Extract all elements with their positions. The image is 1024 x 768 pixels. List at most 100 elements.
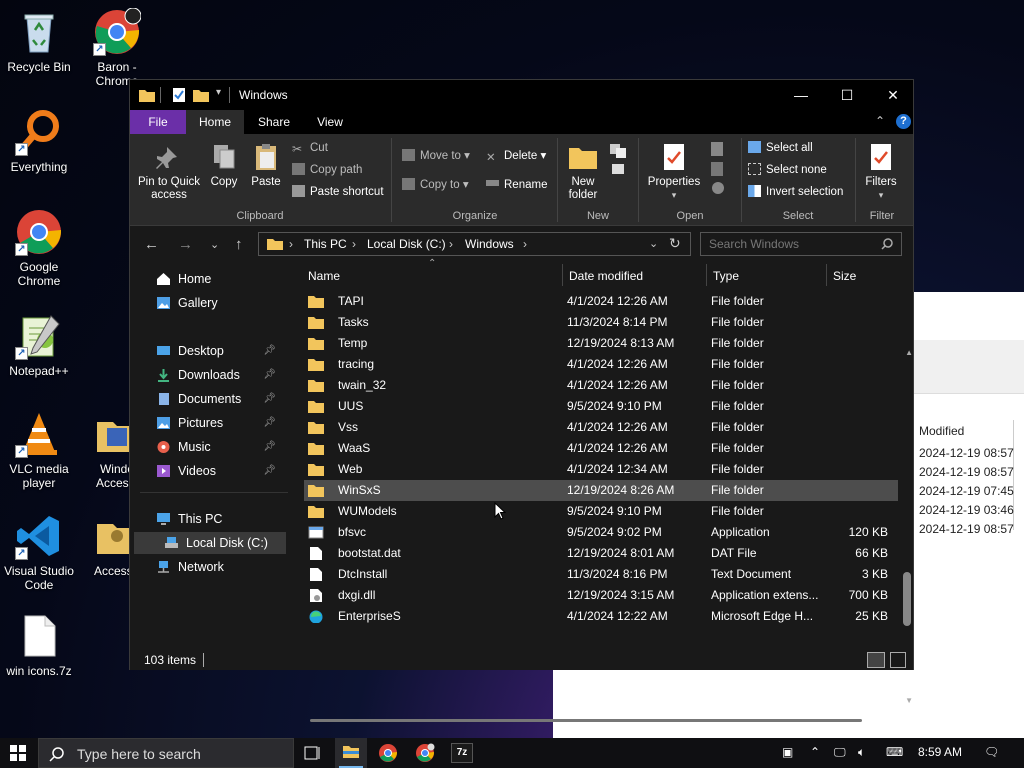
- desktop-icon-win-icons-7z[interactable]: win icons.7z: [0, 612, 78, 678]
- collapse-ribbon-icon[interactable]: ⌃: [875, 114, 885, 128]
- volume-muted-icon[interactable]: 🔈︎: [858, 745, 865, 760]
- large-icons-view-icon[interactable]: [890, 652, 906, 668]
- close-button[interactable]: ✕: [870, 80, 916, 110]
- filters-button[interactable]: Filters ▾: [860, 142, 902, 202]
- breadcrumb-local-disk[interactable]: Local Disk (C:): [367, 237, 446, 251]
- file-explorer-window[interactable]: ▾ Windows — ☐ ✕ File Home Share View ⌃ ?…: [129, 79, 914, 722]
- desktop-icon-notepadpp[interactable]: ↗ Notepad++: [0, 312, 78, 378]
- column-header-size[interactable]: Size: [833, 262, 856, 290]
- windows-start-icon[interactable]: [10, 745, 26, 761]
- select-all-button[interactable]: Select all: [748, 140, 813, 156]
- task-view-icon[interactable]: [302, 743, 322, 763]
- new-folder-button[interactable]: New folder: [562, 142, 604, 202]
- paste-button[interactable]: Paste: [246, 142, 286, 189]
- tab-share[interactable]: Share: [248, 110, 300, 134]
- nav-item-desktop[interactable]: Desktop 📌︎: [130, 340, 290, 362]
- nav-item-music[interactable]: Music 📌︎: [130, 436, 290, 458]
- forward-arrow-icon[interactable]: →: [178, 236, 193, 253]
- file-row[interactable]: Web 4/1/2024 12:34 AM File folder: [304, 459, 898, 480]
- pin-icon[interactable]: 📌︎: [263, 340, 276, 362]
- nav-item-local-disk[interactable]: Local Disk (C:): [134, 532, 286, 554]
- keyboard-icon[interactable]: ⌨︎: [886, 745, 903, 759]
- file-row[interactable]: WinSxS 12/19/2024 8:26 AM File folder: [304, 480, 898, 501]
- file-row[interactable]: TAPI 4/1/2024 12:26 AM File folder: [304, 291, 898, 312]
- taskbar-search[interactable]: Type here to search: [38, 738, 294, 768]
- chevron-down-icon[interactable]: ⌄: [649, 237, 658, 250]
- horizontal-scrollbar-thumb[interactable]: [310, 719, 862, 722]
- file-row[interactable]: Vss 4/1/2024 12:26 AM File folder: [304, 417, 898, 438]
- pin-icon[interactable]: 📌︎: [263, 436, 276, 458]
- column-header-name[interactable]: Name: [308, 262, 340, 290]
- select-none-button[interactable]: Select none: [748, 162, 827, 178]
- search-input[interactable]: Search Windows: [709, 237, 799, 251]
- properties-icon[interactable]: [172, 87, 186, 103]
- address-bar[interactable]: › This PC › Local Disk (C:) › Windows › …: [258, 232, 691, 256]
- open-options-icon[interactable]: [708, 140, 728, 200]
- pin-icon[interactable]: 📌︎: [263, 460, 276, 482]
- refresh-icon[interactable]: ↻: [669, 235, 681, 252]
- delete-button[interactable]: ✕ Delete ▾: [486, 148, 546, 164]
- back-arrow-icon[interactable]: ←: [144, 236, 159, 253]
- new-item-icon[interactable]: [608, 142, 630, 178]
- file-row[interactable]: bootstat.dat 12/19/2024 8:01 AM DAT File 66…: [304, 543, 898, 564]
- tab-home[interactable]: Home: [186, 110, 244, 134]
- tab-view[interactable]: View: [304, 110, 356, 134]
- 7zip-icon[interactable]: 7z: [451, 743, 473, 763]
- search-box[interactable]: Search Windows: [700, 232, 902, 256]
- vertical-scrollbar-thumb[interactable]: [903, 572, 911, 626]
- nav-item-home[interactable]: Home: [130, 268, 290, 290]
- cut-button[interactable]: ✂ Cut: [292, 140, 328, 156]
- nav-item-network[interactable]: Network: [130, 556, 290, 578]
- modified-column-header[interactable]: Modified: [919, 424, 964, 438]
- copy-button[interactable]: Copy: [204, 142, 244, 189]
- maximize-button[interactable]: ☐: [824, 80, 870, 110]
- file-row[interactable]: bfsvc 9/5/2024 9:02 PM Application 120 KB: [304, 522, 898, 543]
- chrome-profile-icon[interactable]: [415, 743, 435, 763]
- nav-item-pictures[interactable]: Pictures 📌︎: [130, 412, 290, 434]
- notifications-icon[interactable]: 🗨︎: [984, 745, 999, 759]
- copy-path-button[interactable]: Copy path: [292, 162, 362, 178]
- file-row[interactable]: Tasks 11/3/2024 8:14 PM File folder: [304, 312, 898, 333]
- column-header-type[interactable]: Type: [713, 262, 739, 290]
- taskbar-app-explorer-active[interactable]: [335, 738, 367, 768]
- desktop-icon-google-chrome[interactable]: ↗ Google Chrome: [0, 208, 78, 288]
- file-row[interactable]: tracing 4/1/2024 12:26 AM File folder: [304, 354, 898, 375]
- nav-item-documents[interactable]: Documents 📌︎: [130, 388, 290, 410]
- desktop-icon-recycle-bin[interactable]: Recycle Bin: [0, 8, 78, 74]
- minimize-button[interactable]: —: [778, 80, 824, 110]
- new-folder-icon[interactable]: [192, 87, 210, 103]
- scroll-down-icon[interactable]: ▼: [905, 696, 913, 705]
- nav-item-videos[interactable]: Videos 📌︎: [130, 460, 290, 482]
- details-view-icon[interactable]: [867, 652, 885, 668]
- taskbar-search-input[interactable]: Type here to search: [77, 746, 201, 762]
- tray-app-icon[interactable]: ▣: [782, 745, 793, 759]
- column-header-date-modified[interactable]: Date modified: [569, 262, 643, 290]
- nav-item-downloads[interactable]: Downloads 📌︎: [130, 364, 290, 386]
- breadcrumb-windows[interactable]: Windows: [465, 237, 514, 251]
- file-row[interactable]: DtcInstall 11/3/2024 8:16 PM Text Document…: [304, 564, 898, 585]
- desktop-icon-vscode[interactable]: ↗ Visual Studio Code: [0, 512, 78, 592]
- chrome-icon[interactable]: [378, 743, 398, 763]
- file-row[interactable]: twain_32 4/1/2024 12:26 AM File folder: [304, 375, 898, 396]
- file-row[interactable]: UUS 9/5/2024 9:10 PM File folder: [304, 396, 898, 417]
- pin-icon[interactable]: 📌︎: [263, 388, 276, 410]
- file-row[interactable]: WaaS 4/1/2024 12:26 AM File folder: [304, 438, 898, 459]
- customize-quick-access-icon[interactable]: ▾: [216, 87, 221, 98]
- pin-icon[interactable]: 📌︎: [263, 412, 276, 434]
- title-bar[interactable]: ▾ Windows — ☐ ✕: [130, 80, 913, 110]
- scroll-up-icon[interactable]: ▲: [905, 348, 913, 357]
- file-row[interactable]: Temp 12/19/2024 8:13 AM File folder: [304, 333, 898, 354]
- desktop-icon-everything[interactable]: ↗ Everything: [0, 108, 78, 174]
- invert-selection-button[interactable]: Invert selection: [748, 184, 843, 200]
- nav-item-this-pc[interactable]: This PC: [130, 508, 290, 530]
- pin-icon[interactable]: 📌︎: [263, 364, 276, 386]
- network-icon[interactable]: 🖵︎: [834, 745, 846, 760]
- recent-locations-icon[interactable]: ⌄: [210, 238, 219, 251]
- show-hidden-icons-icon[interactable]: ⌃: [810, 745, 820, 759]
- paste-shortcut-button[interactable]: Paste shortcut: [292, 184, 384, 200]
- breadcrumb-this-pc[interactable]: This PC: [304, 237, 347, 251]
- file-row[interactable]: WUModels 9/5/2024 9:10 PM File folder: [304, 501, 898, 522]
- clock[interactable]: 8:59 AM: [918, 745, 962, 759]
- properties-button[interactable]: Properties ▾: [644, 142, 704, 202]
- desktop-icon-vlc[interactable]: ↗ VLC media player: [0, 410, 78, 490]
